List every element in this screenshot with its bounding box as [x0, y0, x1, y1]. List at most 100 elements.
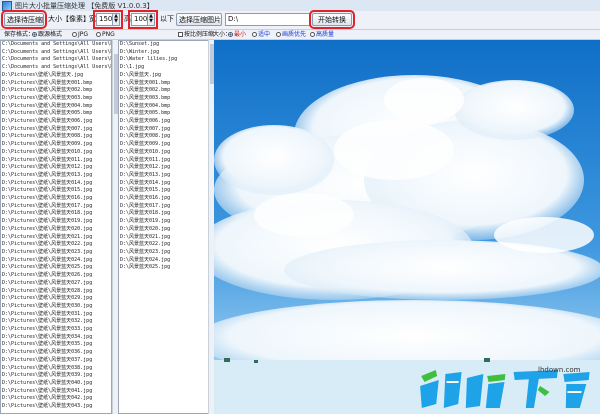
list-item[interactable]: D:\Pictures\壁纸\风景蓝天037.jpg: [1, 357, 111, 365]
list-item[interactable]: D:\风景蓝天003.bmp: [119, 95, 209, 103]
list-item[interactable]: C:\Documents and Settings\All Users\DE: [1, 49, 111, 57]
quality-mid-radio[interactable]: 适中: [252, 30, 270, 39]
list-item[interactable]: D:\Pictures\壁纸\风景蓝天010.jpg: [1, 149, 111, 157]
list-item[interactable]: D:\Pictures\壁纸\风景蓝天003.bmp: [1, 95, 111, 103]
list-item[interactable]: D:\Pictures\壁纸\风景蓝天020.jpg: [1, 226, 111, 234]
radio-icon: [252, 32, 257, 37]
list-item[interactable]: D:\Pictures\壁纸\风景蓝天039.jpg: [1, 372, 111, 380]
list-item[interactable]: D:\风景蓝天013.jpg: [119, 172, 209, 180]
quality-pref-label: 画质优先: [282, 31, 307, 38]
checkbox-icon: [178, 32, 183, 37]
height-value: 100: [134, 15, 148, 23]
list-item[interactable]: D:\Pictures\壁纸\风景蓝天023.jpg: [1, 249, 111, 257]
format-label: 保存格式：: [4, 31, 35, 38]
height-input[interactable]: 100 ▲ ▼: [128, 10, 158, 29]
list-item[interactable]: D:\风景蓝天002.bmp: [119, 87, 209, 95]
height-spinner[interactable]: ▲ ▼: [147, 14, 154, 25]
format-original-label: 跟源格式: [38, 31, 63, 38]
list-item[interactable]: D:\Pictures\壁纸\风景蓝天027.jpg: [1, 280, 111, 288]
list-item[interactable]: D:\Pictures\壁纸\风景蓝天015.jpg: [1, 187, 111, 195]
list-item[interactable]: D:\Pictures\壁纸\风景蓝天040.jpg: [1, 380, 111, 388]
height-label: 高: [124, 15, 131, 23]
list-item[interactable]: D:\风景蓝天012.jpg: [119, 164, 209, 172]
list-item[interactable]: D:\风景蓝天008.jpg: [119, 133, 209, 141]
toolbar: 选择待压缩图片 大小【像素】 宽 1500 ▲▼ 高 100 ▲▼ 以下 选择压…: [0, 10, 600, 30]
source-file-list[interactable]: C:\Documents and Settings\All Users\DE C:…: [0, 40, 112, 414]
list-item[interactable]: D:\风景蓝天010.jpg: [119, 149, 209, 157]
radio-icon: [310, 32, 315, 37]
list-item[interactable]: D:\Pictures\壁纸\风景蓝天006.jpg: [1, 118, 111, 126]
radio-icon: [72, 32, 77, 37]
output-dir-field[interactable]: D:\: [225, 13, 310, 26]
app-icon: [2, 0, 12, 11]
choose-images-button[interactable]: 选择待压缩图片: [1, 10, 47, 29]
image-preview: [214, 40, 600, 414]
list-item[interactable]: D:\Pictures\壁纸\风景蓝天008.jpg: [1, 133, 111, 141]
format-original-radio[interactable]: 跟源格式: [32, 30, 62, 39]
start-convert-button[interactable]: 开始转换: [309, 10, 355, 29]
list-item[interactable]: D:\Pictures\壁纸\风景蓝天042.jpg: [1, 395, 111, 403]
unit-label: 以下: [160, 15, 174, 23]
list-item[interactable]: D:\风景蓝天016.jpg: [119, 195, 209, 203]
list-item[interactable]: D:\Pictures\壁纸\风景蓝天030.jpg: [1, 303, 111, 311]
watermark-url: lhdown.com: [538, 366, 581, 374]
list-item[interactable]: D:\Pictures\壁纸\风景蓝天005.bmp: [1, 110, 111, 118]
list-item[interactable]: D:\风景蓝天006.jpg: [119, 118, 209, 126]
width-input[interactable]: 1500 ▲ ▼: [93, 10, 123, 29]
list-item[interactable]: D:\Pictures\壁纸\风景蓝天022.jpg: [1, 241, 111, 249]
list-item[interactable]: D:\Pictures\壁纸\风景蓝天.jpg: [1, 72, 111, 80]
quality-min-label: 最小: [234, 31, 247, 38]
list-item[interactable]: D:\风景蓝天020.jpg: [119, 226, 209, 234]
list-item[interactable]: D:\风景蓝天022.jpg: [119, 241, 209, 249]
list-item[interactable]: C:\Documents and Settings\All Users\DE: [1, 56, 111, 64]
list-item[interactable]: D:\Pictures\壁纸\风景蓝天019.jpg: [1, 218, 111, 226]
list-item[interactable]: D:\Pictures\壁纸\风景蓝天043.jpg: [1, 403, 111, 411]
list-item[interactable]: D:\Pictures\壁纸\风景蓝天036.jpg: [1, 349, 111, 357]
list-item[interactable]: D:\Pictures\壁纸\风景蓝天016.jpg: [1, 195, 111, 203]
list-item[interactable]: D:\Pictures\壁纸\风景蓝天033.jpg: [1, 326, 111, 334]
list-item[interactable]: D:\Pictures\壁纸\风景蓝天032.jpg: [1, 318, 111, 326]
quality-high-label: 高质量: [316, 31, 335, 38]
list-item[interactable]: D:\Water lilies.jpg: [119, 56, 209, 64]
list-item[interactable]: D:\1.jpg: [119, 64, 209, 72]
list-item[interactable]: C:\Documents and Settings\All Users\DE: [1, 64, 111, 72]
format-jpg-radio[interactable]: JPG: [72, 30, 88, 39]
format-jpg-label: JPG: [78, 31, 89, 38]
by-ratio-label: 按比例压缩: [184, 31, 215, 38]
list-item[interactable]: D:\风景蓝天009.jpg: [119, 141, 209, 149]
list-item[interactable]: D:\Pictures\壁纸\风景蓝天025.jpg: [1, 264, 111, 272]
list-item[interactable]: D:\Pictures\壁纸\风景蓝天013.jpg: [1, 172, 111, 180]
window-title: 图片大小批量压缩处理 【免费版 V1.0.0.3】: [15, 1, 154, 10]
size-label: 大小【像素】: [48, 15, 90, 23]
list-item[interactable]: D:\Pictures\壁纸\风景蓝天029.jpg: [1, 295, 111, 303]
options-bar: 保存格式： 跟源格式 JPG PNG 按比例压缩 大小： 最小 适中 画质优先 …: [0, 30, 600, 40]
width-label: 宽: [89, 15, 96, 23]
quality-min-radio[interactable]: 最小: [228, 30, 246, 39]
quality-high-radio[interactable]: 高质量: [310, 30, 334, 39]
list-item[interactable]: D:\Pictures\壁纸\风景蓝天035.jpg: [1, 341, 111, 349]
sky-clouds-image: [214, 40, 600, 414]
format-png-label: PNG: [102, 31, 115, 38]
list-item[interactable]: D:\风景蓝天005.bmp: [119, 110, 209, 118]
list-item[interactable]: D:\风景蓝天019.jpg: [119, 218, 209, 226]
list-item[interactable]: D:\Pictures\壁纸\风景蓝天026.jpg: [1, 272, 111, 280]
width-spinner[interactable]: ▲ ▼: [112, 14, 119, 25]
list-item[interactable]: D:\风景蓝天015.jpg: [119, 187, 209, 195]
quality-pref-radio[interactable]: 画质优先: [276, 30, 306, 39]
list-item[interactable]: D:\Sunset.jpg: [119, 41, 209, 49]
radio-icon: [32, 32, 37, 37]
output-file-list[interactable]: D:\Sunset.jpg D:\Winter.jpg D:\Water lilie…: [118, 40, 210, 414]
list-item[interactable]: C:\Documents and Settings\All Users\DE: [1, 41, 111, 49]
list-item[interactable]: D:\Pictures\壁纸\风景蓝天009.jpg: [1, 141, 111, 149]
list-item[interactable]: D:\风景蓝天023.jpg: [119, 249, 209, 257]
list-item[interactable]: D:\Pictures\壁纸\风景蓝天002.bmp: [1, 87, 111, 95]
format-png-radio[interactable]: PNG: [96, 30, 115, 39]
quality-mid-label: 适中: [258, 31, 271, 38]
list-item[interactable]: D:\风景蓝天025.jpg: [119, 264, 209, 272]
list-item[interactable]: D:\Winter.jpg: [119, 49, 209, 57]
radio-icon: [276, 32, 281, 37]
list-item[interactable]: D:\Pictures\壁纸\风景蓝天012.jpg: [1, 164, 111, 172]
by-ratio-checkbox[interactable]: 按比例压缩: [178, 30, 214, 39]
choose-output-dir-button[interactable]: 选择压缩图片保存目录: [176, 13, 222, 26]
list-item[interactable]: D:\风景蓝天.jpg: [119, 72, 209, 80]
